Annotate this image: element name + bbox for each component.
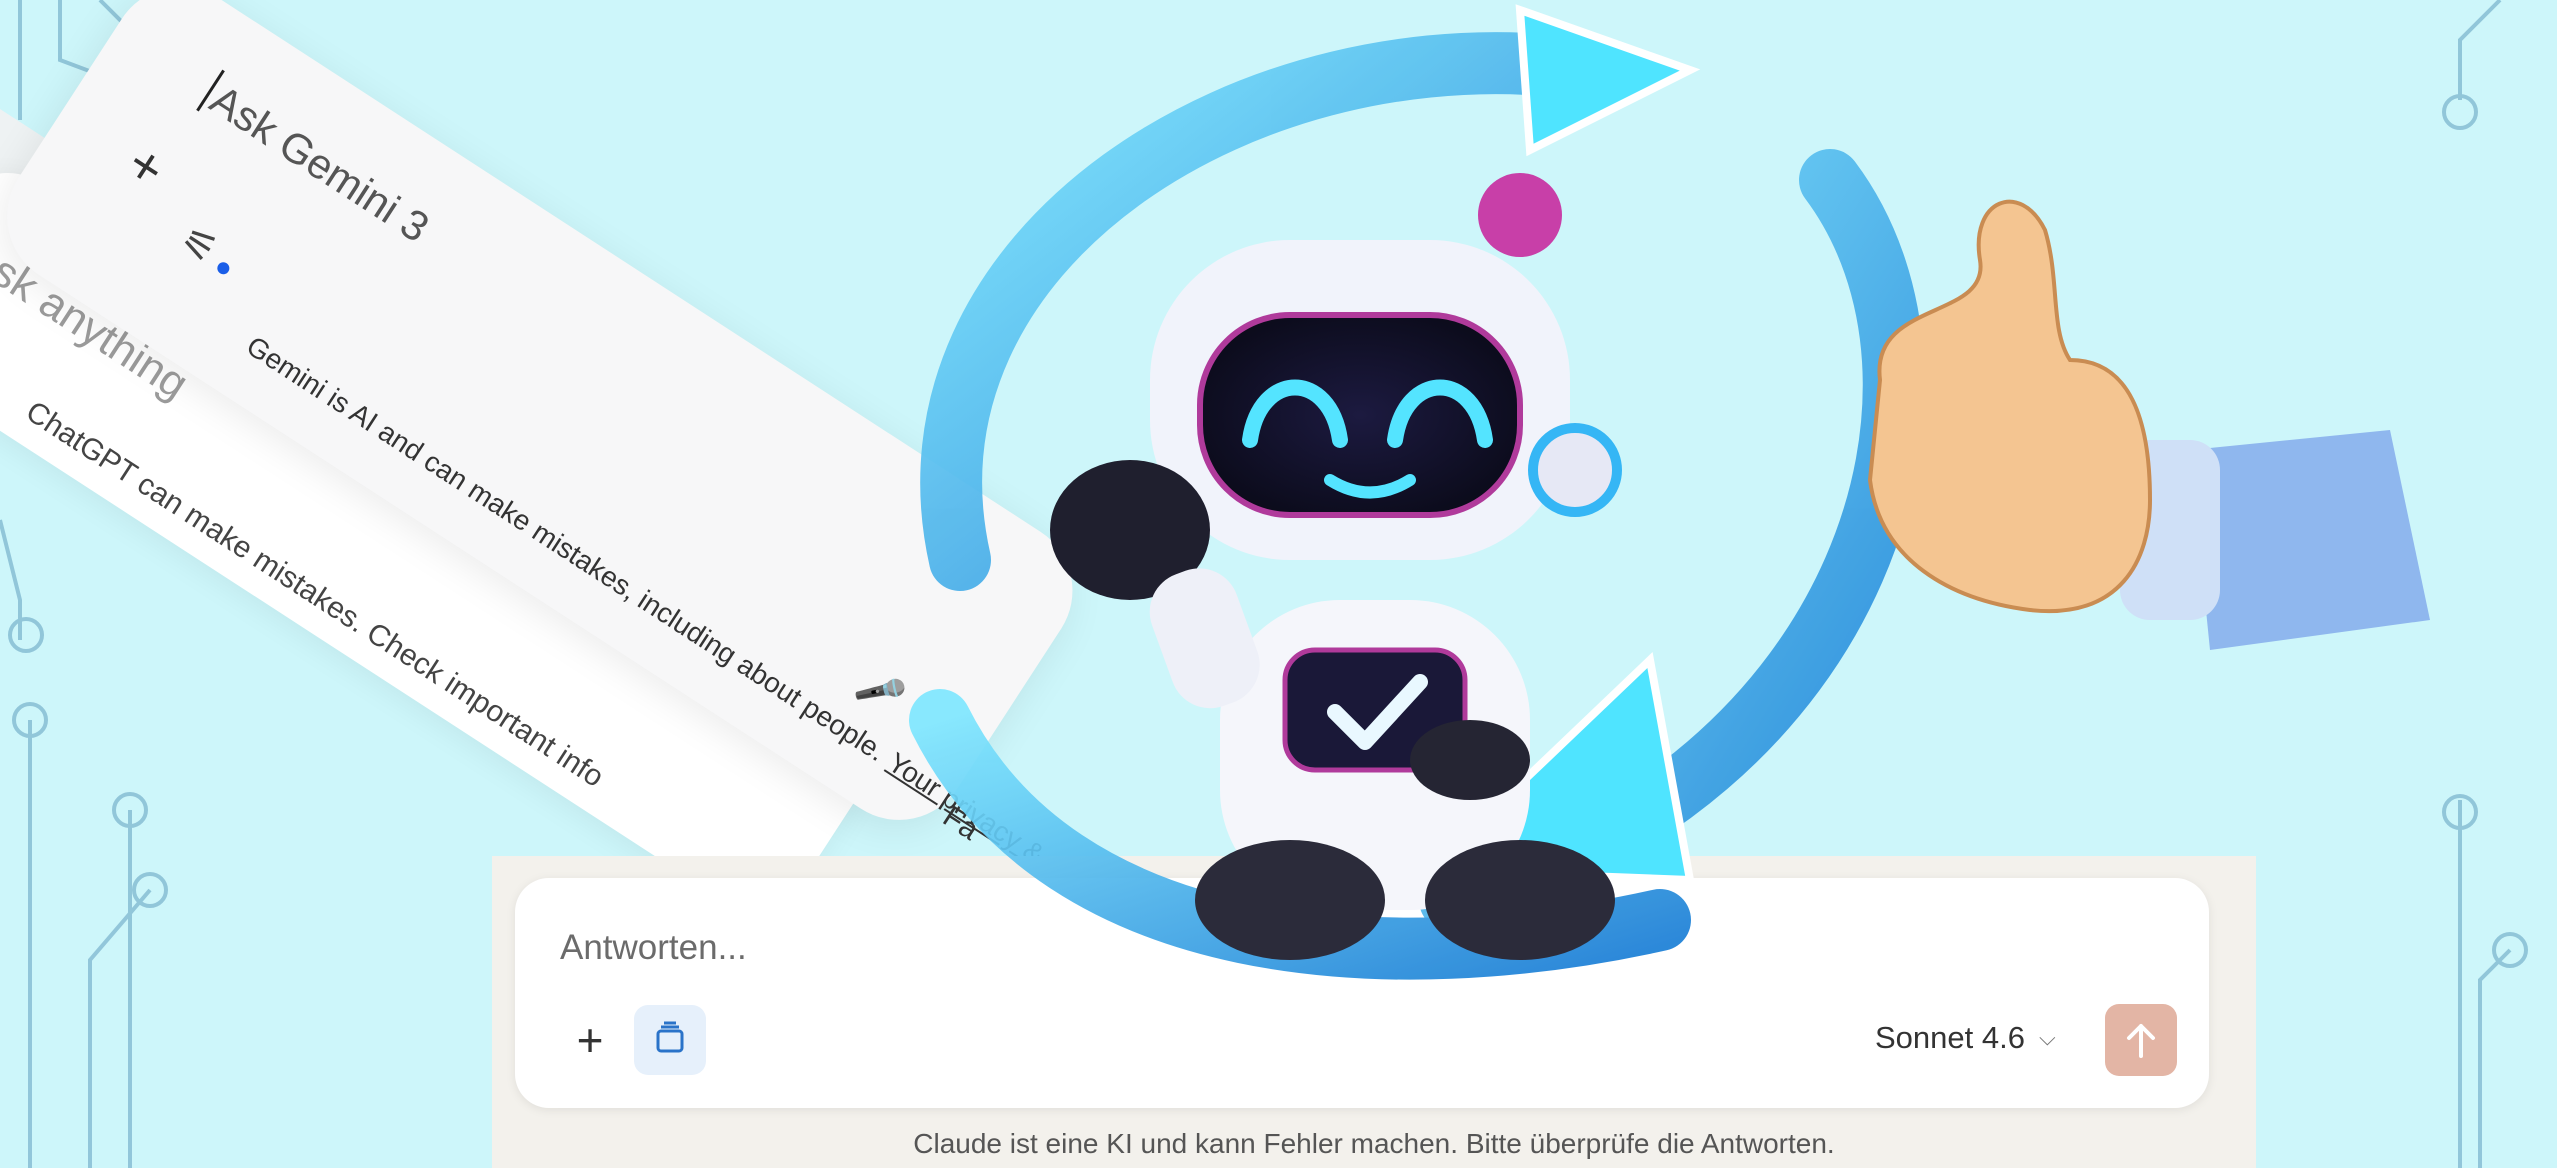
tools-indicator-dot	[215, 259, 232, 277]
claude-input-placeholder[interactable]: Antworten...	[560, 928, 747, 968]
gemini-plus-icon[interactable]: +	[116, 132, 176, 201]
archive-icon	[656, 1021, 684, 1053]
claude-tool-button[interactable]	[634, 1005, 706, 1075]
robot-illustration	[909, 4, 2430, 980]
claude-disclaimer: Claude ist eine KI und kann Fehler mache…	[913, 1128, 1835, 1159]
claude-plus-icon[interactable]: +	[565, 1012, 615, 1068]
robot	[1050, 173, 1622, 960]
thumbs-up	[1867, 199, 2430, 650]
